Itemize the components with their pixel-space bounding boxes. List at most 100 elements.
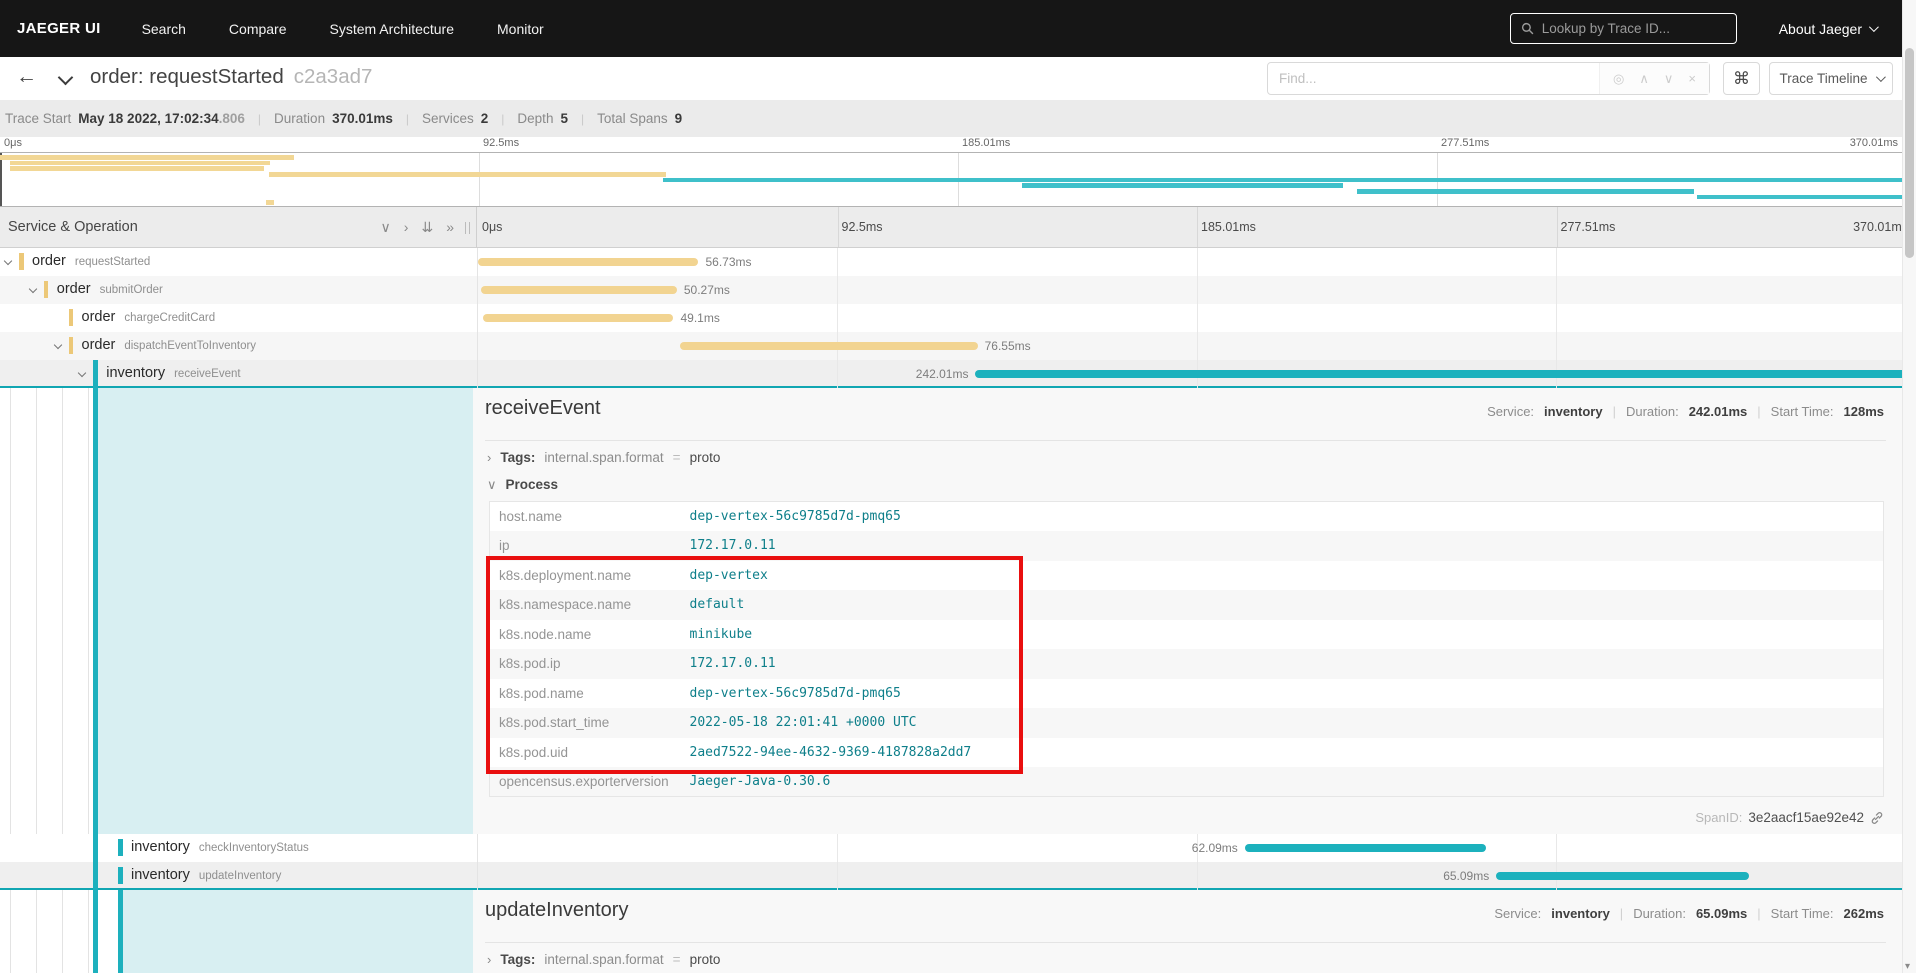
jaeger-trace-page: JAEGER UI Search Compare System Architec…	[0, 0, 1916, 973]
tree-controls: ∨ › ⇊ »	[381, 219, 454, 236]
minimap-span-bar	[663, 178, 1916, 183]
span-row-dispatchEventToInventory[interactable]: orderdispatchEventToInventory 76.55ms	[0, 332, 1916, 360]
span-detail-update-inventory: updateInventory Service:inventory | Dura…	[0, 890, 1916, 973]
nav-item-monitor[interactable]: Monitor	[497, 21, 544, 37]
tree-cell[interactable]: orderchargeCreditCard	[0, 304, 478, 332]
top-nav: JAEGER UI Search Compare System Architec…	[0, 0, 1916, 57]
tag-key: internal.span.format	[544, 450, 663, 465]
scrollbar-thumb[interactable]	[1905, 48, 1914, 258]
minimap-left-scrub-handle[interactable]	[0, 153, 2, 206]
span-duration-label: 242.01ms	[916, 367, 969, 381]
timeline-cell[interactable]: 56.73ms	[478, 248, 1916, 276]
tree-cell[interactable]: inventorycheckInventoryStatus	[0, 834, 478, 862]
tick-label: 370.01ms	[1853, 220, 1908, 234]
total-spans-label: Total Spans	[597, 111, 668, 126]
tree-cell[interactable]: inventoryreceiveEvent	[0, 360, 478, 388]
process-section-toggle[interactable]: ∨ Process	[487, 477, 558, 493]
about-jaeger-menu[interactable]: About Jaeger	[1779, 21, 1876, 37]
back-arrow-button[interactable]: ←	[16, 65, 37, 89]
tree-cell[interactable]: ordersubmitOrder	[0, 276, 478, 304]
duration-value: 370.01ms	[332, 111, 393, 126]
span-duration-bar[interactable]	[483, 314, 674, 322]
span-duration-bar[interactable]	[481, 286, 676, 294]
focus-match-icon[interactable]: ◎	[1613, 71, 1624, 87]
nav-item-system-architecture[interactable]: System Architecture	[330, 21, 455, 37]
depth-value: 5	[560, 111, 568, 126]
collapse-one-icon[interactable]: ∨	[381, 219, 391, 236]
trace-minimap[interactable]	[0, 152, 1916, 207]
nav-item-search[interactable]: Search	[142, 21, 186, 37]
operation-name: requestStarted	[75, 256, 150, 268]
operation-name: updateInventory	[199, 870, 281, 882]
timeline-cell[interactable]: 50.27ms	[478, 276, 1916, 304]
service-name: orderdispatchEventToInventory	[82, 337, 257, 353]
minimap-span-bar	[0, 155, 294, 160]
minimap-span-bar	[1022, 183, 1344, 188]
span-row-chargeCreditCard[interactable]: orderchargeCreditCard49.1ms	[0, 304, 1916, 332]
chevron-down-icon[interactable]	[78, 369, 86, 377]
start-time-value: 128ms	[1844, 404, 1884, 419]
trace-start-ms: .806	[219, 111, 245, 126]
tick-label: 0μs	[482, 220, 502, 234]
trace-id-lookup-input[interactable]: Lookup by Trace ID...	[1510, 13, 1737, 44]
tree-cell[interactable]: inventoryupdateInventory	[0, 862, 478, 890]
chevron-down-icon[interactable]	[4, 257, 12, 265]
timeline-cell[interactable]: 65.09ms	[478, 862, 1916, 890]
keyboard-shortcuts-button[interactable]: ⌘	[1723, 62, 1760, 95]
timeline-cell[interactable]: 76.55ms	[478, 332, 1916, 360]
span-row-requestStarted[interactable]: orderrequestStarted56.73ms	[0, 248, 1916, 276]
column-resizer-grip[interactable]	[465, 222, 470, 234]
span-rows-top: orderrequestStarted56.73msordersubmitOrd…	[0, 248, 1916, 388]
tree-cell[interactable]: orderrequestStarted	[0, 248, 478, 276]
chevron-down-icon[interactable]	[53, 341, 61, 349]
process-key: host.name	[490, 502, 680, 532]
chevron-down-icon[interactable]	[29, 285, 37, 293]
span-row-checkInventoryStatus[interactable]: inventorycheckInventoryStatus62.09ms	[0, 834, 1916, 862]
app-logo[interactable]: JAEGER UI	[17, 20, 101, 37]
services-label: Services	[422, 111, 474, 126]
clear-find-icon[interactable]: ×	[1688, 71, 1696, 86]
operation-name: chargeCreditCard	[124, 312, 215, 324]
prev-match-icon[interactable]: ∧	[1639, 71, 1649, 87]
timeline-cell[interactable]: 242.01ms	[478, 360, 1916, 388]
find-input[interactable]	[1268, 71, 1599, 86]
service-label: Service:	[1487, 404, 1534, 419]
depth-label: Depth	[517, 111, 553, 126]
span-row-receiveEvent[interactable]: inventoryreceiveEvent 242.01ms	[0, 360, 1916, 388]
minimap-gridline	[479, 153, 480, 206]
timeline-cell[interactable]: 62.09ms	[478, 834, 1916, 862]
minimap-span-bar	[266, 200, 274, 205]
timeline-cell[interactable]: 49.1ms	[478, 304, 1916, 332]
span-meta: Service:inventory | Duration:65.09ms | S…	[1494, 906, 1884, 921]
span-duration-bar[interactable]	[975, 370, 1916, 378]
span-row-submitOrder[interactable]: ordersubmitOrder50.27ms	[0, 276, 1916, 304]
service-color-accent	[19, 253, 24, 270]
scrollbar-down-arrow[interactable]: ▾	[1905, 961, 1910, 972]
trace-collapse-chevron-icon[interactable]	[58, 70, 74, 86]
operation-name: checkInventoryStatus	[199, 842, 309, 854]
tags-row[interactable]: › Tags: internal.span.format = proto	[487, 450, 720, 465]
span-duration-bar[interactable]	[680, 342, 978, 350]
tick-label: 92.5ms	[483, 137, 519, 149]
tags-row[interactable]: › Tags: internal.span.format = proto	[487, 952, 720, 967]
trace-header: ← order: requestStartedc2a3ad7 ◎ ∧ ∨ × ⌘…	[0, 57, 1916, 100]
expand-one-icon[interactable]: ›	[404, 219, 409, 236]
trace-start-value: May 18 2022, 17:02:34	[78, 111, 218, 126]
expand-all-icon[interactable]: »	[446, 219, 454, 236]
nav-right: Lookup by Trace ID... About Jaeger	[1510, 13, 1876, 44]
start-time-label: Start Time:	[1771, 404, 1834, 419]
next-match-icon[interactable]: ∨	[1664, 71, 1674, 87]
span-indent-fill	[123, 890, 474, 973]
span-duration-bar[interactable]	[1245, 844, 1486, 852]
tree-cell[interactable]: orderdispatchEventToInventory	[0, 332, 478, 360]
page-scrollbar[interactable]: ▾	[1902, 0, 1916, 973]
span-duration-bar[interactable]	[478, 258, 698, 266]
nav-item-compare[interactable]: Compare	[229, 21, 287, 37]
trace-view-selector[interactable]: Trace Timeline	[1769, 62, 1893, 95]
collapse-all-icon[interactable]: ⇊	[421, 219, 433, 236]
span-row-updateInventory[interactable]: inventoryupdateInventory65.09ms	[0, 862, 1916, 890]
find-controls: ◎ ∧ ∨ ×	[1599, 63, 1709, 94]
span-duration-bar[interactable]	[1496, 872, 1749, 880]
link-icon[interactable]	[1870, 811, 1884, 825]
duration-label: Duration:	[1626, 404, 1679, 419]
